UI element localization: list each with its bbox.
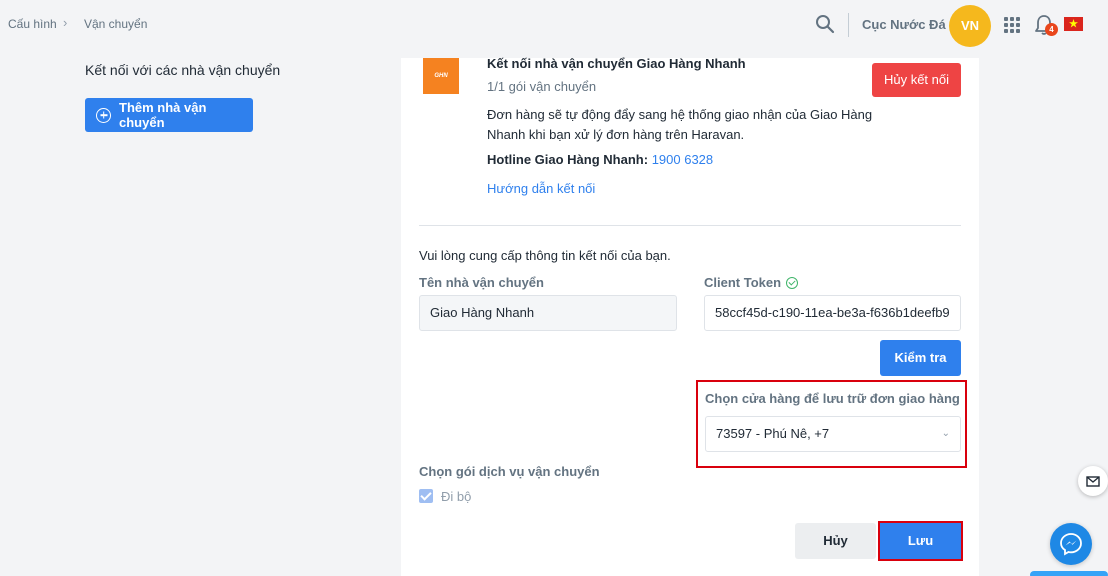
add-carrier-button[interactable]: Thêm nhà vận chuyển bbox=[85, 98, 253, 132]
form-prompt: Vui lòng cung cấp thông tin kết nối của … bbox=[419, 248, 671, 263]
mail-button[interactable] bbox=[1078, 466, 1108, 496]
ghn-logo: GHN bbox=[423, 58, 459, 94]
store-select-value: 73597 - Phú Nê, +7 bbox=[716, 426, 830, 441]
hotline-label: Hotline Giao Hàng Nhanh: bbox=[487, 152, 649, 167]
carrier-name-label: Tên nhà vận chuyển bbox=[419, 275, 544, 290]
carrier-title: Kết nối nhà vận chuyển Giao Hàng Nhanh bbox=[487, 56, 746, 71]
service-option-label: Đi bộ bbox=[441, 489, 472, 504]
client-token-field[interactable]: 58ccf45d-c190-11ea-be3a-f636b1deefb9 bbox=[704, 295, 961, 331]
disconnect-button[interactable]: Hủy kết nối bbox=[872, 63, 961, 97]
store-name[interactable]: Cục Nước Đá bbox=[862, 17, 946, 32]
breadcrumb-root[interactable]: Cấu hình bbox=[8, 17, 57, 31]
verified-check-icon bbox=[786, 277, 799, 289]
service-label: Chọn gói dịch vụ vận chuyển bbox=[419, 464, 600, 479]
token-label-wrap: Client Token bbox=[704, 275, 799, 290]
mail-icon bbox=[1086, 475, 1100, 487]
breadcrumb-current: Vận chuyển bbox=[84, 17, 148, 31]
avatar[interactable]: VN bbox=[949, 5, 991, 47]
store-select-highlight: Chọn cửa hàng để lưu trữ đơn giao hàng 7… bbox=[696, 380, 967, 468]
messenger-button[interactable] bbox=[1050, 523, 1092, 565]
service-checkbox[interactable] bbox=[419, 489, 433, 503]
token-label: Client Token bbox=[704, 275, 782, 290]
apps-grid-icon[interactable] bbox=[1004, 17, 1020, 33]
check-button[interactable]: Kiểm tra bbox=[880, 340, 961, 376]
guide-link[interactable]: Hướng dẫn kết nối bbox=[487, 181, 595, 196]
cancel-button[interactable]: Hủy bbox=[795, 523, 876, 559]
vietnam-flag-icon[interactable] bbox=[1064, 17, 1083, 31]
search-icon[interactable] bbox=[815, 14, 835, 34]
hotline: Hotline Giao Hàng Nhanh: 1900 6328 bbox=[487, 152, 713, 167]
carrier-description: Đơn hàng sẽ tự động đẩy sang hệ thống gi… bbox=[487, 107, 873, 142]
plus-circle-icon bbox=[96, 107, 111, 123]
sidebar-title: Kết nối với các nhà vận chuyển bbox=[85, 62, 281, 78]
save-button[interactable]: Lưu bbox=[878, 521, 963, 561]
section-divider bbox=[419, 225, 961, 226]
carrier-card: GHN Kết nối nhà vận chuyển Giao Hàng Nha… bbox=[401, 56, 979, 576]
breadcrumb-separator: › bbox=[63, 15, 68, 30]
messenger-icon bbox=[1060, 533, 1082, 556]
store-select[interactable]: 73597 - Phú Nê, +7 ⌄ bbox=[705, 416, 961, 452]
top-bar: Cấu hình › Vận chuyển Cục Nước Đá VN 4 bbox=[0, 0, 1108, 50]
header-divider bbox=[848, 13, 849, 37]
chat-widget-tab[interactable] bbox=[1030, 571, 1108, 576]
store-label: Chọn cửa hàng để lưu trữ đơn giao hàng bbox=[705, 391, 960, 406]
notification-badge: 4 bbox=[1045, 23, 1058, 36]
package-count: 1/1 gói vận chuyển bbox=[487, 79, 597, 94]
add-carrier-label: Thêm nhà vận chuyển bbox=[119, 100, 207, 130]
hotline-number[interactable]: 1900 6328 bbox=[652, 152, 713, 167]
chevron-down-icon: ⌄ bbox=[941, 428, 950, 439]
carrier-name-field[interactable]: Giao Hàng Nhanh bbox=[419, 295, 677, 331]
